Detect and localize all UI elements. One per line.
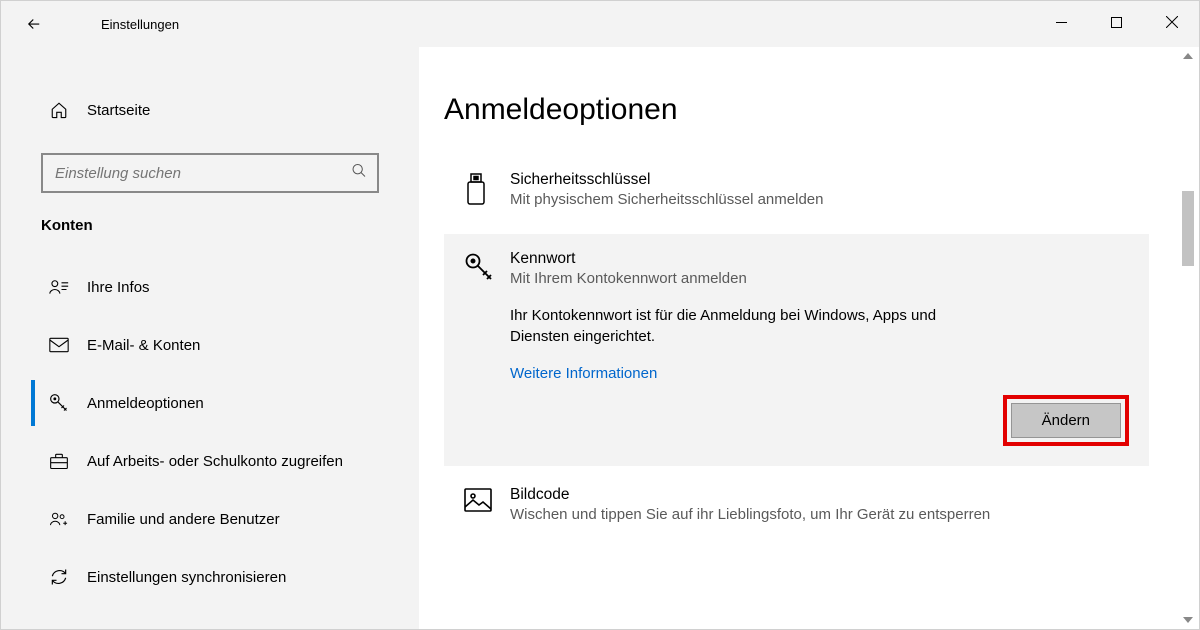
minimize-button[interactable] bbox=[1034, 1, 1089, 43]
maximize-button[interactable] bbox=[1089, 1, 1144, 43]
sidebar-item-label: Ihre Infos bbox=[87, 279, 150, 296]
sidebar-item-signin-options[interactable]: Anmeldeoptionen bbox=[1, 374, 419, 432]
option-subtitle: Mit physischem Sicherheitsschlüssel anme… bbox=[510, 191, 823, 208]
sidebar-section-header: Konten bbox=[1, 217, 419, 234]
close-icon bbox=[1166, 16, 1178, 28]
sidebar-item-label: E-Mail- & Konten bbox=[87, 337, 200, 354]
person-badge-icon bbox=[49, 278, 69, 296]
sidebar-home-label: Startseite bbox=[87, 102, 150, 119]
sidebar-item-label: Familie und andere Benutzer bbox=[87, 511, 280, 528]
change-button[interactable]: Ändern bbox=[1011, 403, 1121, 438]
window-title: Einstellungen bbox=[101, 17, 179, 32]
sidebar-item-email-accounts[interactable]: E-Mail- & Konten bbox=[1, 316, 419, 374]
search-input[interactable] bbox=[41, 153, 379, 193]
option-password-header[interactable]: Kennwort Mit Ihrem Kontokennwort anmelde… bbox=[464, 250, 1129, 287]
home-icon bbox=[49, 101, 69, 119]
sync-icon bbox=[49, 567, 69, 587]
sidebar-item-family-users[interactable]: Familie und andere Benutzer bbox=[1, 490, 419, 548]
learn-more-link[interactable]: Weitere Informationen bbox=[510, 365, 657, 382]
search-icon bbox=[351, 163, 367, 184]
option-subtitle: Wischen und tippen Sie auf ihr Lieblings… bbox=[510, 506, 990, 523]
briefcase-icon bbox=[49, 452, 69, 470]
people-plus-icon bbox=[49, 510, 69, 528]
sidebar-home[interactable]: Startseite bbox=[1, 87, 419, 133]
page-heading: Anmeldeoptionen bbox=[444, 93, 1149, 127]
key-icon bbox=[464, 252, 492, 287]
minimize-icon bbox=[1056, 17, 1067, 28]
highlight-frame: Ändern bbox=[1003, 395, 1129, 446]
sidebar-item-label: Anmeldeoptionen bbox=[87, 395, 204, 412]
usb-key-icon bbox=[464, 173, 492, 210]
titlebar: Einstellungen bbox=[1, 1, 1199, 47]
scroll-down-icon[interactable] bbox=[1179, 611, 1197, 629]
scrollbar[interactable] bbox=[1179, 47, 1197, 629]
option-security-key[interactable]: Sicherheitsschlüssel Mit physischem Sich… bbox=[444, 155, 1149, 230]
mail-icon bbox=[49, 337, 69, 353]
close-button[interactable] bbox=[1144, 1, 1199, 43]
arrow-left-icon bbox=[25, 15, 43, 33]
sidebar-item-your-info[interactable]: Ihre Infos bbox=[1, 258, 419, 316]
window-controls bbox=[1034, 1, 1199, 43]
scroll-track[interactable] bbox=[1179, 65, 1197, 611]
picture-icon bbox=[464, 488, 492, 517]
option-description: Ihr Kontokennwort ist für die Anmeldung … bbox=[510, 305, 980, 347]
sidebar-item-label: Einstellungen synchronisieren bbox=[87, 569, 286, 586]
key-icon bbox=[49, 393, 69, 413]
option-title: Kennwort bbox=[510, 250, 747, 268]
option-picture-password[interactable]: Bildcode Wischen und tippen Sie auf ihr … bbox=[444, 470, 1149, 543]
scroll-thumb[interactable] bbox=[1182, 191, 1194, 266]
option-title: Sicherheitsschlüssel bbox=[510, 171, 823, 189]
scroll-up-icon[interactable] bbox=[1179, 47, 1197, 65]
sidebar-item-label: Auf Arbeits- oder Schulkonto zugreifen bbox=[87, 453, 343, 470]
option-subtitle: Mit Ihrem Kontokennwort anmelden bbox=[510, 270, 747, 287]
maximize-icon bbox=[1111, 17, 1122, 28]
sidebar-item-sync-settings[interactable]: Einstellungen synchronisieren bbox=[1, 548, 419, 606]
back-button[interactable] bbox=[11, 1, 57, 47]
search-wrap bbox=[41, 153, 379, 193]
option-title: Bildcode bbox=[510, 486, 990, 504]
sidebar-item-work-school[interactable]: Auf Arbeits- oder Schulkonto zugreifen bbox=[1, 432, 419, 490]
content: Anmeldeoptionen Sicherheitsschlüssel Mit… bbox=[419, 47, 1199, 629]
sidebar: Startseite Konten Ihre Infos E-Mail- & K… bbox=[1, 47, 419, 629]
option-password: Kennwort Mit Ihrem Kontokennwort anmelde… bbox=[444, 234, 1149, 466]
